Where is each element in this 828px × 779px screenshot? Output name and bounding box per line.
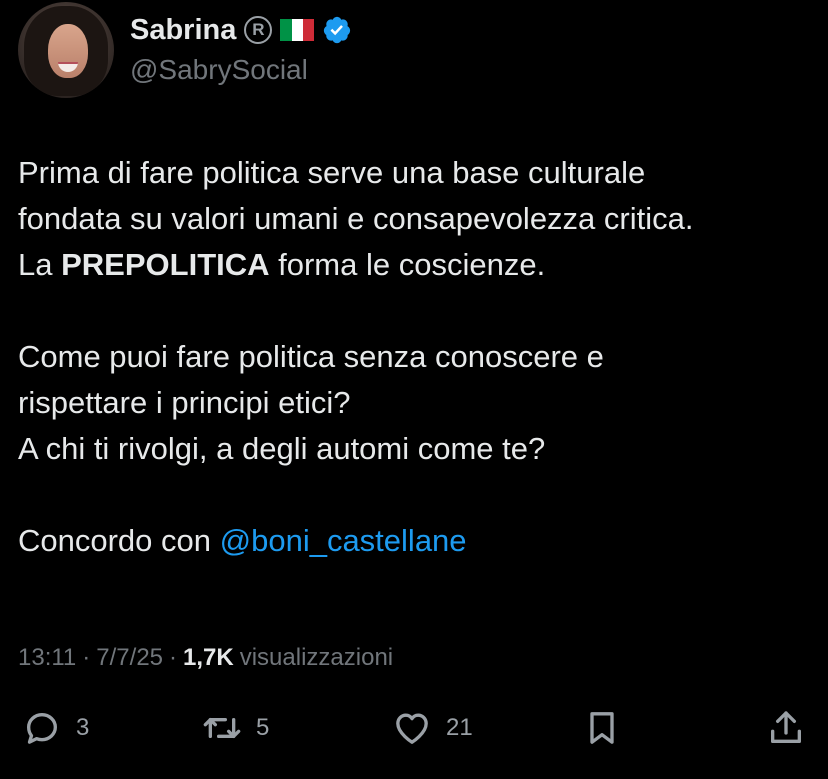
tweet-meta: 13:11 · 7/7/25 · 1,7K visualizzazioni: [18, 644, 393, 672]
meta-separator: ·: [82, 644, 91, 671]
like-button[interactable]: 21: [392, 708, 473, 748]
tweet-line: Prima di fare politica serve una base cu…: [18, 155, 646, 190]
tweet-time[interactable]: 13:11: [18, 644, 76, 672]
share-icon: [771, 711, 801, 743]
repost-icon: [203, 718, 241, 738]
repost-count: 5: [256, 714, 270, 741]
tweet-line: fondata su valori umani e consapevolezza…: [18, 201, 694, 236]
share-button[interactable]: [766, 708, 806, 748]
tweet-date[interactable]: 7/7/25: [96, 644, 163, 672]
tweet-text-segment: forma le coscienze.: [269, 247, 546, 282]
reply-count: 3: [76, 714, 90, 741]
tweet-text-segment: La: [18, 247, 62, 282]
meta-separator: ·: [169, 644, 178, 671]
bookmark-button[interactable]: [582, 708, 622, 748]
author-name-row: Sabrina R: [130, 12, 352, 48]
like-count: 21: [446, 714, 473, 741]
heart-icon: [396, 713, 428, 744]
reply-button[interactable]: 3: [22, 708, 89, 748]
italy-flag-icon: [280, 19, 315, 41]
action-bar: 3 5 21: [0, 708, 828, 756]
tweet-line: A chi ti rivolgi, a degli automi come te…: [18, 431, 546, 466]
avatar[interactable]: [18, 2, 114, 98]
bookmark-icon: [590, 712, 614, 744]
views-count[interactable]: 1,7K: [183, 644, 234, 672]
author-handle[interactable]: @SabrySocial: [130, 54, 308, 86]
tweet-line: rispettare i principi etici?: [18, 385, 351, 420]
tweet-line: Come puoi fare politica senza conoscere …: [18, 339, 604, 374]
tweet-line: La PREPOLITICA forma le coscienze.: [18, 242, 818, 288]
registered-icon: R: [244, 16, 273, 44]
tweet-line: Concordo con @boni_castellane: [18, 518, 818, 564]
mention-link[interactable]: @boni_castellane: [220, 523, 467, 558]
views-label[interactable]: visualizzazioni: [240, 644, 393, 672]
tweet-text: Prima di fare politica serve una base cu…: [18, 150, 818, 564]
repost-button[interactable]: 5: [202, 708, 269, 748]
tweet-bold-word: PREPOLITICA: [61, 247, 270, 282]
verified-badge-icon[interactable]: [322, 15, 352, 45]
author-name[interactable]: Sabrina: [130, 14, 236, 47]
reply-icon: [27, 713, 57, 744]
tweet-text-segment: Concordo con: [18, 523, 220, 558]
